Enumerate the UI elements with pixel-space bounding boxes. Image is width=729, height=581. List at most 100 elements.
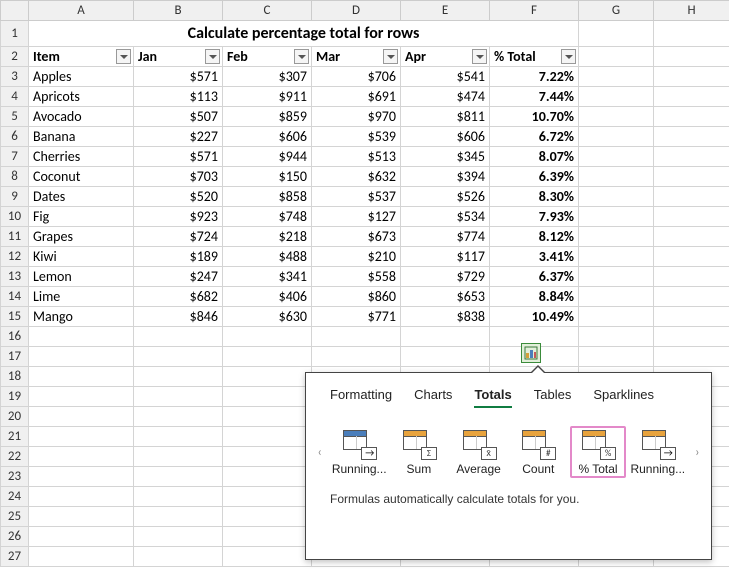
row-header[interactable]: 7: [1, 147, 29, 167]
cell-item[interactable]: Dates: [29, 187, 134, 207]
col-header-H[interactable]: H: [654, 1, 729, 21]
cell-apr[interactable]: $541: [401, 67, 490, 87]
row-header[interactable]: 4: [1, 87, 29, 107]
col-header-C[interactable]: C: [223, 1, 312, 21]
row-header[interactable]: 13: [1, 267, 29, 287]
cell-item[interactable]: Fig: [29, 207, 134, 227]
row-header[interactable]: 1: [1, 21, 29, 47]
table-row[interactable]: 8Coconut$703$150$632$3946.39%: [1, 167, 729, 187]
cell-feb[interactable]: $858: [223, 187, 312, 207]
cell-jan[interactable]: $703: [134, 167, 223, 187]
cell-feb[interactable]: $859: [223, 107, 312, 127]
cell-feb[interactable]: $944: [223, 147, 312, 167]
cell-pct[interactable]: 6.39%: [490, 167, 579, 187]
row-header[interactable]: 3: [1, 67, 29, 87]
table-row[interactable]: 16: [1, 327, 729, 347]
filter-button[interactable]: [472, 49, 487, 64]
cell-jan[interactable]: $682: [134, 287, 223, 307]
filter-button[interactable]: [383, 49, 398, 64]
row-header[interactable]: 26: [1, 527, 29, 547]
header-pct[interactable]: % Total: [490, 47, 579, 67]
cell-item[interactable]: Apples: [29, 67, 134, 87]
row-header[interactable]: 23: [1, 467, 29, 487]
row-header[interactable]: 8: [1, 167, 29, 187]
row-header[interactable]: 17: [1, 347, 29, 367]
cell-pct[interactable]: 6.37%: [490, 267, 579, 287]
cell-jan[interactable]: $507: [134, 107, 223, 127]
col-header-A[interactable]: A: [29, 1, 134, 21]
header-jan[interactable]: Jan: [134, 47, 223, 67]
col-header-G[interactable]: G: [579, 1, 654, 21]
cell-jan[interactable]: $247: [134, 267, 223, 287]
scroll-left-button[interactable]: ‹: [312, 445, 327, 460]
cell-jan[interactable]: $113: [134, 87, 223, 107]
cell-jan[interactable]: $571: [134, 147, 223, 167]
row-header[interactable]: 22: [1, 447, 29, 467]
cell-apr[interactable]: $774: [401, 227, 490, 247]
tab-totals[interactable]: Totals: [474, 387, 511, 408]
cell-feb[interactable]: $341: [223, 267, 312, 287]
col-header-D[interactable]: D: [312, 1, 401, 21]
cell-mar[interactable]: $539: [312, 127, 401, 147]
cell-mar[interactable]: $127: [312, 207, 401, 227]
option-running-total-2[interactable]: Running...: [630, 426, 686, 476]
cell-mar[interactable]: $558: [312, 267, 401, 287]
cell-pct[interactable]: 7.22%: [490, 67, 579, 87]
row-header[interactable]: 6: [1, 127, 29, 147]
cell-feb[interactable]: $606: [223, 127, 312, 147]
cell-item[interactable]: Lemon: [29, 267, 134, 287]
row-header[interactable]: 2: [1, 47, 29, 67]
row-header[interactable]: 16: [1, 327, 29, 347]
table-row[interactable]: 9Dates$520$858$537$5268.30%: [1, 187, 729, 207]
cell-mar[interactable]: $673: [312, 227, 401, 247]
cell-item[interactable]: Lime: [29, 287, 134, 307]
row-header[interactable]: 11: [1, 227, 29, 247]
table-row[interactable]: 17: [1, 347, 729, 367]
row-header[interactable]: 27: [1, 547, 29, 567]
cell-feb[interactable]: $406: [223, 287, 312, 307]
cell-pct[interactable]: 10.70%: [490, 107, 579, 127]
row-header[interactable]: 24: [1, 487, 29, 507]
cell-jan[interactable]: $571: [134, 67, 223, 87]
cell-pct[interactable]: 10.49%: [490, 307, 579, 327]
option-running-total[interactable]: Running...: [331, 426, 387, 476]
cell-apr[interactable]: $811: [401, 107, 490, 127]
tab-charts[interactable]: Charts: [414, 387, 452, 408]
cell-apr[interactable]: $394: [401, 167, 490, 187]
cell-mar[interactable]: $513: [312, 147, 401, 167]
cell-pct[interactable]: 8.30%: [490, 187, 579, 207]
cell-pct[interactable]: 8.07%: [490, 147, 579, 167]
cell-mar[interactable]: $706: [312, 67, 401, 87]
col-header-B[interactable]: B: [134, 1, 223, 21]
option-count[interactable]: # Count: [510, 426, 566, 476]
cell-feb[interactable]: $488: [223, 247, 312, 267]
row-header[interactable]: 15: [1, 307, 29, 327]
cell-feb[interactable]: $748: [223, 207, 312, 227]
cell-pct[interactable]: 7.44%: [490, 87, 579, 107]
tab-tables[interactable]: Tables: [534, 387, 572, 408]
tab-sparklines[interactable]: Sparklines: [593, 387, 654, 408]
row-header[interactable]: 10: [1, 207, 29, 227]
cell-feb[interactable]: $307: [223, 67, 312, 87]
col-header-E[interactable]: E: [401, 1, 490, 21]
cell-apr[interactable]: $526: [401, 187, 490, 207]
row-header[interactable]: 19: [1, 387, 29, 407]
option-sum[interactable]: Σ Sum: [391, 426, 447, 476]
header-apr[interactable]: Apr: [401, 47, 490, 67]
cell-jan[interactable]: $189: [134, 247, 223, 267]
cell-item[interactable]: Apricots: [29, 87, 134, 107]
cell-mar[interactable]: $860: [312, 287, 401, 307]
cell-item[interactable]: Grapes: [29, 227, 134, 247]
cell-mar[interactable]: $691: [312, 87, 401, 107]
filter-button[interactable]: [205, 49, 220, 64]
row-header[interactable]: 18: [1, 367, 29, 387]
cell-feb[interactable]: $911: [223, 87, 312, 107]
row-header[interactable]: 14: [1, 287, 29, 307]
cell-feb[interactable]: $150: [223, 167, 312, 187]
scroll-right-button[interactable]: ›: [690, 445, 705, 460]
cell-item[interactable]: Coconut: [29, 167, 134, 187]
cell-apr[interactable]: $606: [401, 127, 490, 147]
row-header[interactable]: 25: [1, 507, 29, 527]
cell-item[interactable]: Banana: [29, 127, 134, 147]
column-headers[interactable]: A B C D E F G H: [1, 1, 729, 21]
